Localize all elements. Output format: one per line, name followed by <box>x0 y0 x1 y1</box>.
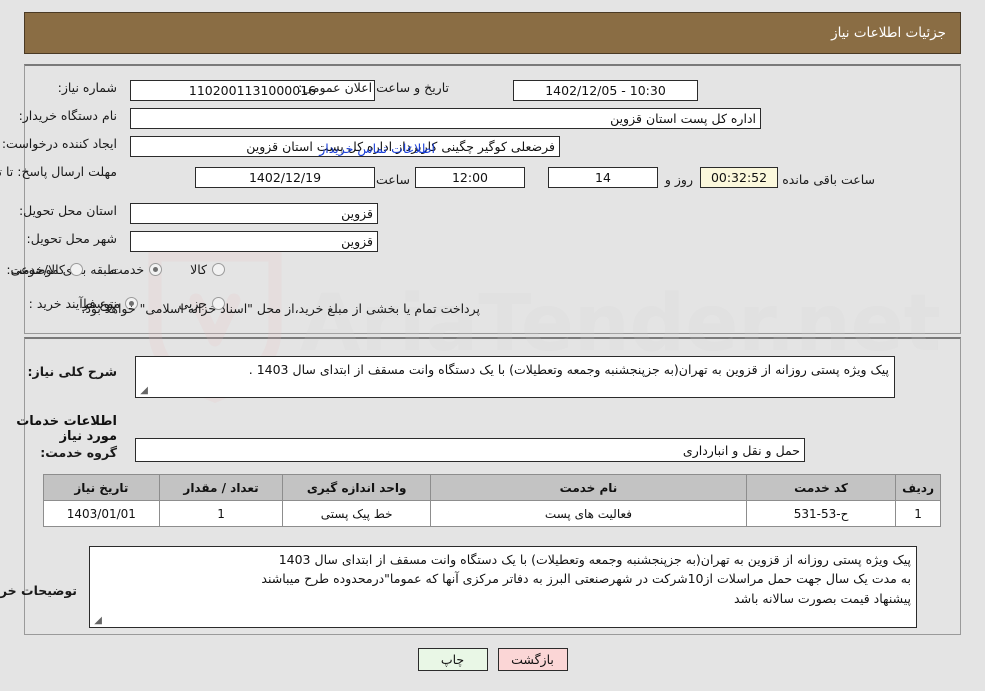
province-value[interactable]: قزوین <box>130 203 378 224</box>
countdown-timer-value: 00:32:52 <box>700 167 778 188</box>
buyer-notes-textarea[interactable]: پیک ویژه پستی روزانه از قزوین به تهران(ب… <box>89 546 917 628</box>
need-number-row: شماره نیاز: <box>58 80 117 95</box>
page-title: جزئیات اطلاعات نیاز <box>831 25 946 41</box>
timer-suffix-label: ساعت باقی مانده <box>782 172 875 187</box>
city-row: شهر محل تحویل: <box>27 231 117 246</box>
service-group-row: گروه خدمت: <box>40 442 117 461</box>
category-radio-group: کالا خدمت کالا/خدمت <box>10 262 225 277</box>
resize-grip-icon[interactable]: ◢ <box>139 386 148 396</box>
category-option-0[interactable]: کالا <box>190 262 225 277</box>
buyer-contact-link[interactable]: اطلاعات تماس خریدار <box>319 141 435 156</box>
deadline-hour-value[interactable]: 12:00 <box>415 167 525 188</box>
page-header: جزئیات اطلاعات نیاز <box>24 12 961 54</box>
service-group-value[interactable]: حمل و نقل و انبارداری <box>135 438 805 462</box>
deadline-label: مهلت ارسال پاسخ: تا تاریخ: <box>0 164 117 179</box>
description-label: شرح کلی نیاز: <box>27 364 117 379</box>
city-value[interactable]: قزوین <box>130 231 378 252</box>
buyer-notes-label: توضیحات خریدار: <box>0 583 77 598</box>
category-option-2[interactable]: کالا/خدمت <box>10 262 83 277</box>
description-textarea[interactable]: پیک ویژه پستی روزانه از قزوین به تهران(ب… <box>135 356 895 398</box>
creator-label: ایجاد کننده درخواست: <box>1 136 117 151</box>
cell-radif: 1 <box>895 500 941 527</box>
services-heading: اطلاعات خدمات مورد نیاز <box>16 414 117 444</box>
service-group-label: گروه خدمت: <box>40 445 117 460</box>
public-announce-label: تاریخ و ساعت اعلان عمومی: <box>298 80 449 95</box>
print-button[interactable]: چاپ <box>417 648 488 671</box>
creator-row: ایجاد کننده درخواست: <box>2 136 117 151</box>
buyer-org-value[interactable]: اداره کل پست استان قزوین <box>130 108 761 129</box>
description-row: شرح کلی نیاز: <box>28 361 117 380</box>
th-unit: واحد اندازه گیری <box>282 474 432 501</box>
days-unit-label: روز و <box>664 172 693 187</box>
deadline-date-value[interactable]: 1402/12/19 <box>195 167 375 188</box>
table-header-row: ردیف کد خدمت نام خدمت واحد اندازه گیری ت… <box>43 474 941 501</box>
buyer-notes-line-3: پیشنهاد قیمت بصورت سالانه باشد <box>734 590 911 606</box>
description-value: پیک ویژه پستی روزانه از قزوین به تهران(ب… <box>248 362 889 377</box>
province-label: استان محل تحویل: <box>18 203 117 218</box>
th-code: کد خدمت <box>745 474 897 501</box>
th-radif: ردیف <box>895 474 941 501</box>
deadline-row: مهلت ارسال پاسخ: تا تاریخ: <box>0 164 117 180</box>
category-option-0-label: کالا <box>190 262 207 277</box>
payment-note: پرداخت تمام یا بخشی از مبلغ خرید،از محل … <box>81 301 480 316</box>
th-quantity: تعداد / مقدار <box>158 474 284 501</box>
cell-code: ح-53-531 <box>745 500 897 527</box>
buyer-notes-row: توضیحات خریدار: <box>0 580 77 599</box>
services-table: ردیف کد خدمت نام خدمت واحد اندازه گیری ت… <box>43 474 941 527</box>
cell-quantity: 1 <box>158 500 284 527</box>
buyer-org-row: نام دستگاه خریدار: <box>19 108 117 123</box>
page-root: AriaTender.net جزئیات اطلاعات نیاز شماره… <box>0 0 985 691</box>
buyer-notes-line-1: پیک ویژه پستی روزانه از قزوین به تهران(ب… <box>278 552 911 567</box>
province-row: استان محل تحویل: <box>19 203 117 218</box>
back-button[interactable]: بازگشت <box>497 648 568 671</box>
category-option-2-label: کالا/خدمت <box>10 262 65 277</box>
category-option-1-label: خدمت <box>110 262 145 277</box>
days-remaining-value[interactable]: 14 <box>548 167 658 188</box>
city-label: شهر محل تحویل: <box>26 231 117 246</box>
need-number-label: شماره نیاز: <box>57 80 117 95</box>
buyer-org-label: نام دستگاه خریدار: <box>18 108 117 123</box>
radio-icon[interactable] <box>212 263 225 276</box>
cell-date: 1403/01/01 <box>43 500 160 527</box>
cell-unit: خط پیک پستی <box>282 500 432 527</box>
action-buttons: بازگشت چاپ <box>0 648 985 671</box>
radio-icon[interactable] <box>149 263 163 276</box>
category-option-1[interactable]: خدمت <box>110 262 163 277</box>
buyer-notes-line-2: به مدت یک سال جهت حمل مراسلات از10شرکت د… <box>261 571 911 587</box>
deadline-hour-label: ساعت <box>375 172 410 187</box>
radio-icon[interactable] <box>69 263 83 276</box>
public-announce-row: تاریخ و ساعت اعلان عمومی: <box>298 80 449 95</box>
need-info-panel <box>24 64 961 334</box>
table-row: 1 ح-53-531 فعالیت های پست خط پیک پستی 1 … <box>43 500 941 527</box>
resize-grip-icon[interactable]: ◢ <box>93 616 102 626</box>
th-name: نام خدمت <box>430 474 747 501</box>
cell-name: فعالیت های پست <box>430 500 747 527</box>
public-announce-value[interactable]: 10:30 - 1402/12/05 <box>513 80 698 101</box>
th-date: تاریخ نیاز <box>43 474 160 501</box>
